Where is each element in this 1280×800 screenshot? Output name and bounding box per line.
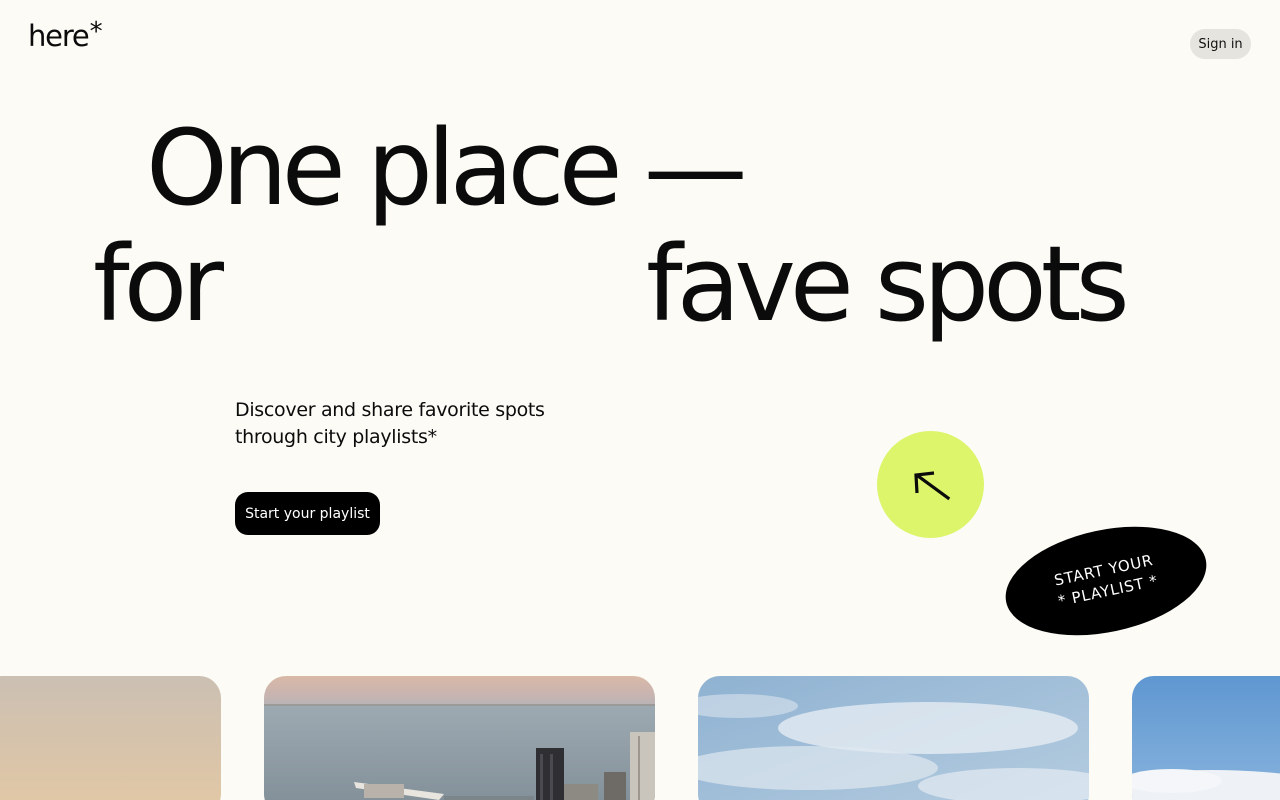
page: here* Sign in One place — for fave spots… <box>0 0 1280 800</box>
start-playlist-button[interactable]: Start your playlist <box>235 492 380 535</box>
headline-line-2-right: fave spots <box>646 223 1130 345</box>
headline-line-1: One place — <box>146 107 748 229</box>
start-playlist-badge[interactable]: START YOUR * PLAYLIST * <box>995 509 1217 653</box>
logo-text: here <box>28 19 90 53</box>
arrow-up-left-icon <box>913 470 950 500</box>
cloudy-sky-photo <box>698 676 1089 800</box>
sign-in-button[interactable]: Sign in <box>1190 29 1251 59</box>
logo[interactable]: here* <box>28 19 103 53</box>
headline-line-2-left: for <box>93 223 224 345</box>
city-harbor-photo <box>264 676 655 800</box>
hero-subtitle-line-2: through city playlists* <box>235 426 437 448</box>
hero-subtitle-line-1: Discover and share favorite spots <box>235 399 545 421</box>
logo-asterisk: * <box>89 17 103 47</box>
hero-subtitle: Discover and share favorite spots throug… <box>235 397 595 451</box>
gallery-card-4[interactable] <box>1132 676 1280 800</box>
sky-clouds-photo <box>1132 676 1280 800</box>
arrow-circle[interactable] <box>877 431 984 538</box>
gallery-card-1[interactable] <box>0 676 221 800</box>
gallery-card-3[interactable] <box>698 676 1089 800</box>
gallery-card-2[interactable] <box>264 676 655 800</box>
hazy-sky-photo <box>0 676 221 800</box>
